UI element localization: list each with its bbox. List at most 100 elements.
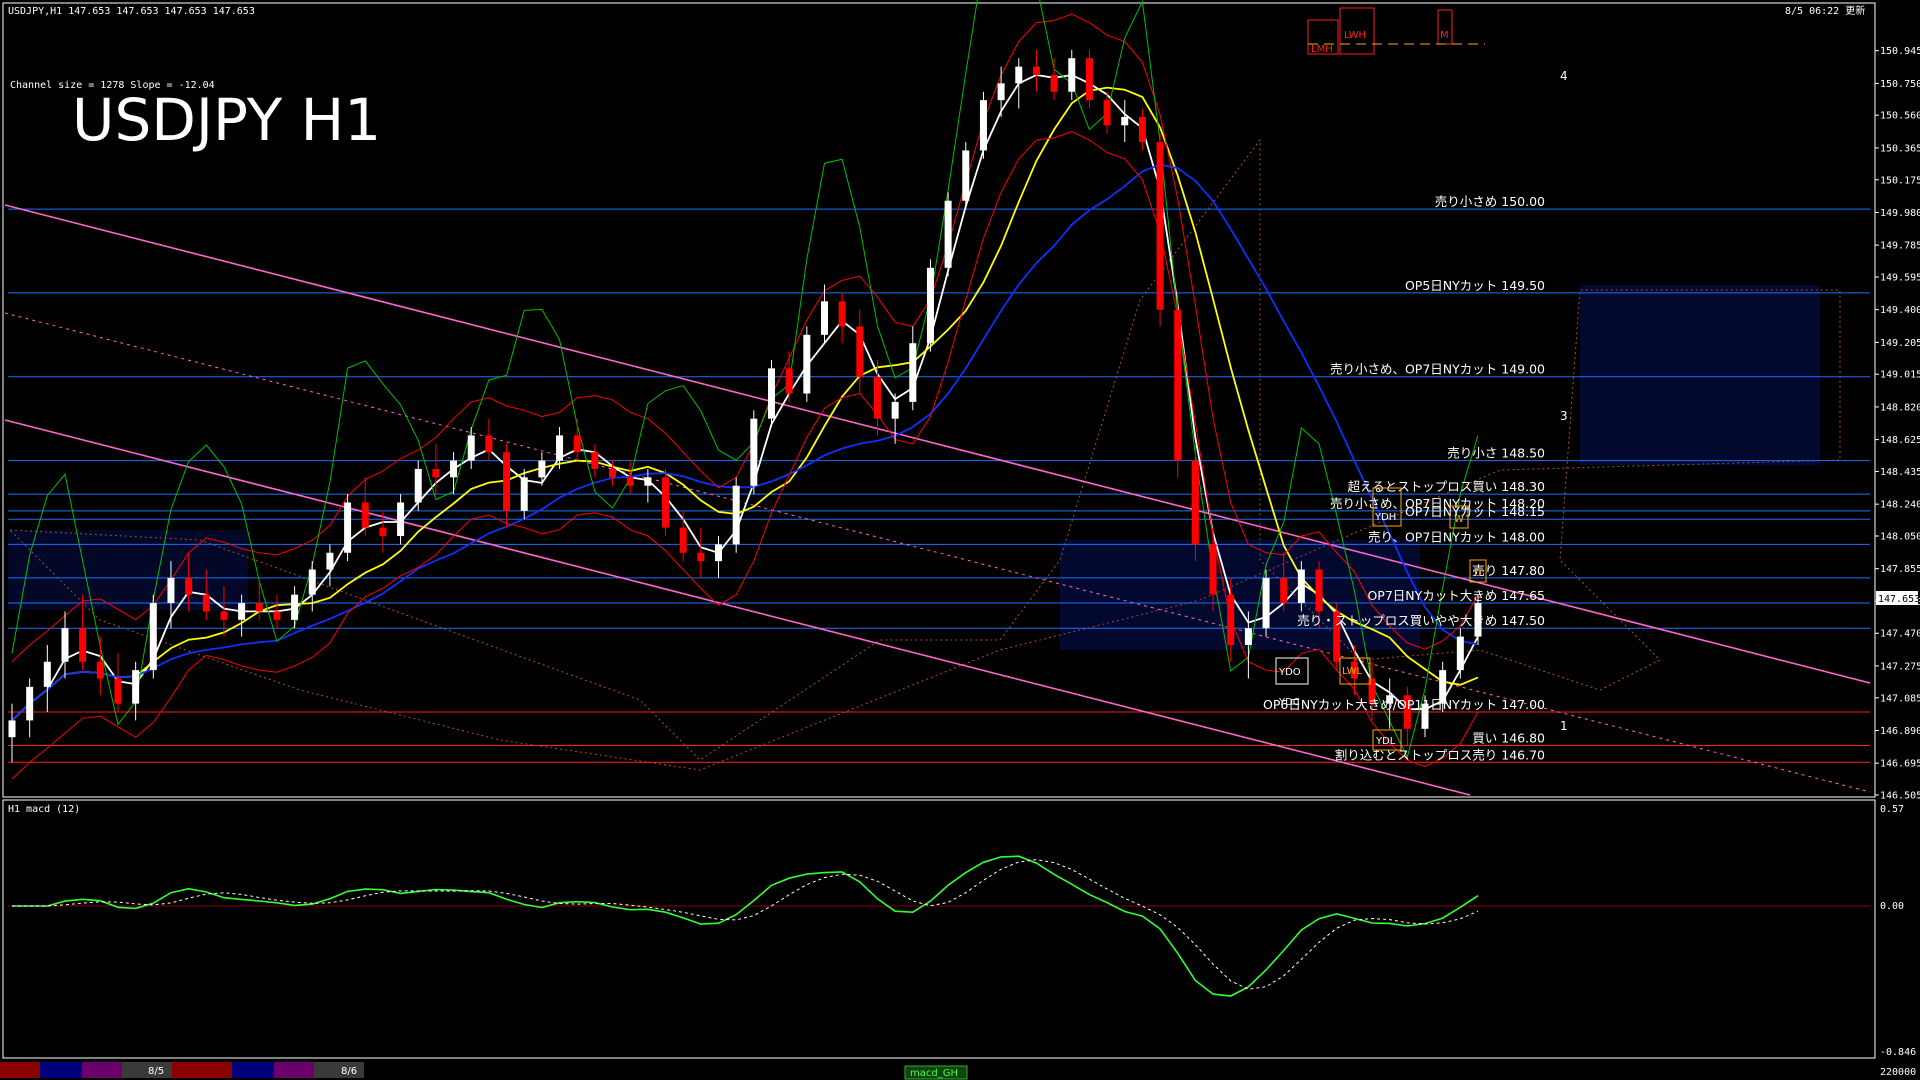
level-label: 売り 147.80 (1472, 563, 1545, 578)
candle-body (856, 326, 864, 377)
wave-label-3: 3 (1560, 409, 1568, 423)
y-tick-label: 146.890 (1880, 726, 1920, 737)
y-tick-label: 148.625 (1880, 435, 1920, 446)
candle-body (1280, 577, 1288, 604)
candle-body (149, 603, 157, 671)
candle-body (255, 603, 263, 612)
candle-body (96, 661, 104, 679)
volume-label: 220000 (1880, 1067, 1916, 1078)
cloud-blue-left (8, 530, 248, 610)
m-label: M (1440, 30, 1449, 41)
candle-body (485, 435, 493, 453)
candle-body (679, 527, 687, 553)
candle-body (414, 468, 422, 503)
d-label: D (1474, 568, 1482, 579)
current-price-text: 147.653 (1878, 594, 1920, 605)
cloud-blue-mid (1060, 540, 1420, 650)
candle-body (1227, 594, 1235, 645)
y-tick-label: 150.365 (1880, 143, 1920, 154)
candle-body (1068, 58, 1076, 92)
candle-body (538, 460, 546, 478)
y-tick-label: 150.560 (1880, 111, 1920, 122)
level-label: OP5日NYカット 149.50 (1405, 278, 1545, 293)
y-tick-label: 149.015 (1880, 370, 1920, 381)
candle-body (1456, 636, 1464, 671)
y-tick-label: 150.945 (1880, 46, 1920, 57)
candle-body (1315, 569, 1323, 612)
ydh-label: YDH (1374, 512, 1396, 523)
candle-body (1032, 66, 1040, 75)
candle-body (644, 477, 652, 486)
candle-body (220, 611, 228, 620)
candle-body (8, 720, 16, 738)
macd-tick-zero: 0.00 (1880, 901, 1904, 912)
candle-body (1085, 58, 1093, 101)
candle-body (732, 485, 740, 545)
candle-body (397, 502, 405, 536)
y-tick-label: 148.050 (1880, 532, 1920, 543)
candle-body (909, 343, 917, 402)
wave-label-1: 1 (1560, 719, 1568, 733)
y-tick-label: 147.470 (1880, 629, 1920, 640)
candle-body (326, 552, 334, 570)
candle-body (556, 435, 564, 461)
ydc-label: YDC (1278, 697, 1300, 708)
candle-body (1121, 116, 1129, 126)
cloud-blue (1580, 285, 1820, 465)
candle-body (1138, 116, 1146, 143)
level-label: 割り込むとストップロス売り 146.70 (1335, 747, 1545, 762)
candle-body (308, 569, 316, 595)
candle-body (202, 594, 210, 612)
y-tick-label: 149.595 (1880, 273, 1920, 284)
candle-body (1191, 460, 1199, 545)
candle-body (61, 628, 69, 662)
candle-body (662, 477, 670, 528)
candle-body (944, 200, 952, 268)
candle-body (43, 661, 51, 687)
level-label: 売り、OP7日NYカット 148.00 (1368, 529, 1545, 544)
candle-body (1174, 309, 1182, 461)
chart-title: USDJPY H1 (72, 86, 381, 154)
y-tick-label: 149.400 (1880, 305, 1920, 316)
candle-body (132, 670, 140, 704)
y-tick-label: 148.820 (1880, 402, 1920, 413)
level-label: 売り小さめ 150.00 (1435, 194, 1545, 209)
macd-tab[interactable]: macd_GH (910, 1068, 958, 1079)
macd-label: H1 macd (12) (8, 804, 80, 815)
candle-body (962, 150, 970, 201)
candle-body (1050, 74, 1058, 92)
lwl-label: LWL (1342, 666, 1363, 677)
candle-body (379, 527, 387, 536)
y-tick-label: 149.980 (1880, 208, 1920, 219)
y-tick-label: 147.085 (1880, 693, 1920, 704)
y-tick-label: 148.240 (1880, 500, 1920, 511)
symbol-info: USDJPY,H1 147.653 147.653 147.653 147.65… (8, 6, 255, 17)
candle-body (273, 611, 281, 620)
level-label: 売り・ストップロス買いやや大きめ 147.50 (1297, 613, 1545, 628)
usdjpy-h1-chart: 売り小さめ 150.00 OP5日NYカット 149.50 売り小さめ、OP7日NY… (0, 0, 1920, 1080)
candle-body (1262, 577, 1270, 629)
candle-body (750, 418, 758, 486)
y-tick-label: 146.695 (1880, 759, 1920, 770)
candle-body (979, 100, 987, 151)
ydo-label: YDO (1278, 667, 1301, 678)
candle-body (503, 452, 511, 511)
candle-body (573, 435, 581, 453)
y-tick-label: 149.205 (1880, 338, 1920, 349)
macd-tick-bottom: -0.846 (1880, 1047, 1916, 1058)
lwh-label: LWH (1344, 30, 1366, 41)
candle-body (1103, 100, 1111, 126)
level-label: OP7日NYカット大きめ 147.65 (1367, 588, 1545, 603)
level-label: 売り小さ 148.50 (1447, 446, 1545, 461)
level-label: OP6日NYカット大きめ/OP11日NYカット 147.00 (1263, 697, 1545, 712)
candle-body (1244, 628, 1252, 645)
candle-body (1156, 142, 1164, 310)
candle-body (626, 477, 634, 486)
y-tick-label: 147.855 (1880, 564, 1920, 575)
candle-body (1297, 569, 1305, 604)
candle-body (167, 577, 175, 604)
level-label: 超えるとストップロス買い 148.30 (1348, 479, 1545, 494)
ydl-label: YDL (1375, 736, 1396, 747)
w-label: W (1454, 514, 1464, 525)
y-tick-label: 147.275 (1880, 661, 1920, 672)
